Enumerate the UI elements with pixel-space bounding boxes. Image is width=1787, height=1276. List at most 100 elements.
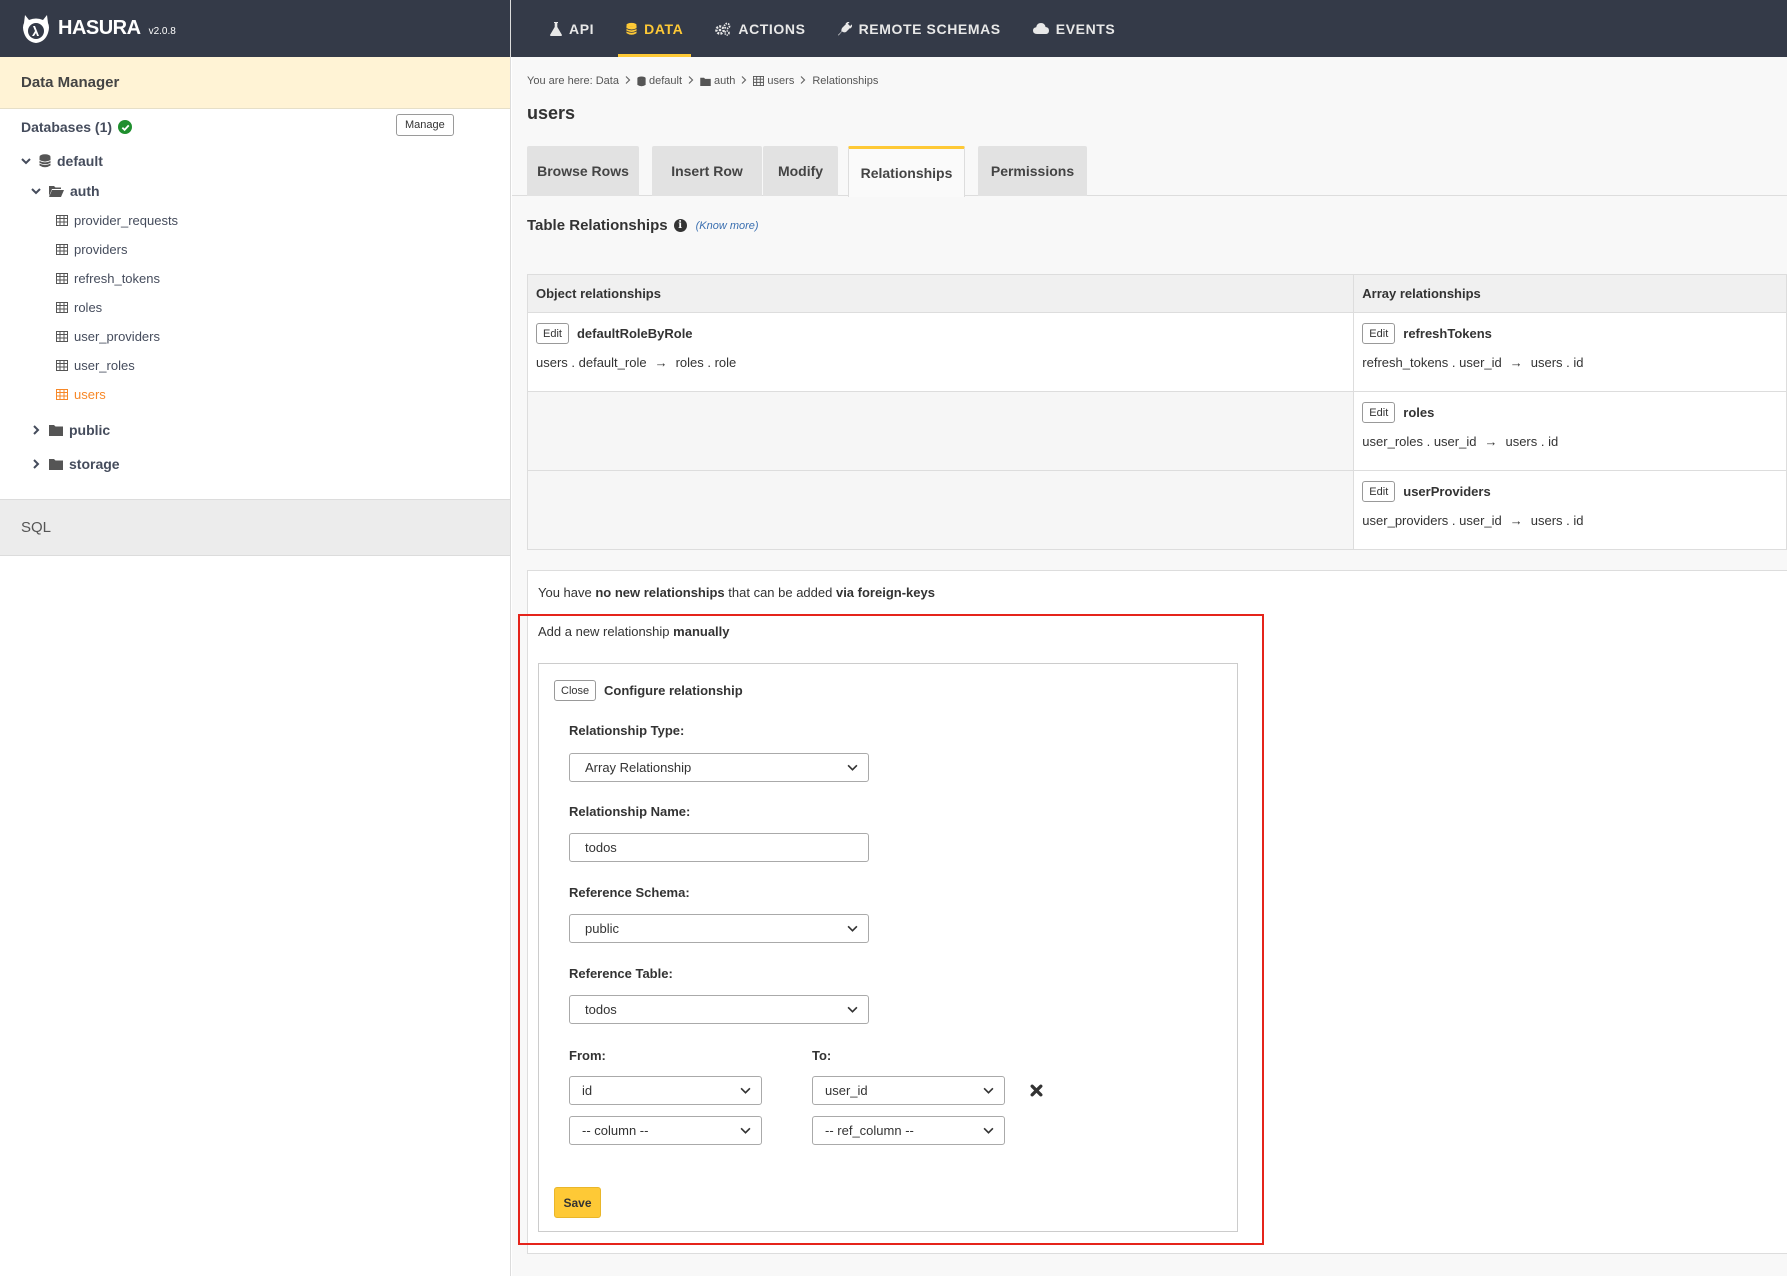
select-value: todos — [585, 1002, 617, 1017]
sidebar-table-user-providers[interactable]: user_providers — [56, 329, 160, 344]
brand-bar: HASURA v2.0.8 — [0, 0, 510, 57]
sidebar-table-roles[interactable]: roles — [56, 300, 102, 315]
sidebar-table-providers[interactable]: providers — [56, 242, 127, 257]
fk-note-bold: via foreign-keys — [835, 585, 935, 600]
configure-relationship-form: Close Configure relationship Relationshi… — [538, 663, 1238, 1232]
to-column-select-empty[interactable]: -- ref_column -- — [812, 1116, 1005, 1145]
sidebar-table-label: refresh_tokens — [74, 271, 160, 286]
chevron-down-icon — [740, 1125, 751, 1136]
table-icon — [753, 76, 765, 86]
chevron-right-icon — [688, 75, 694, 87]
rel-to: roles . role — [675, 355, 737, 370]
rel-name: userProviders — [1403, 484, 1491, 499]
breadcrumb-data[interactable]: Data — [596, 75, 619, 87]
fk-note-text: You have — [538, 585, 596, 600]
sidebar-table-user-roles[interactable]: user_roles — [56, 358, 135, 373]
nav-api[interactable]: API — [534, 0, 610, 57]
edit-button[interactable]: Edit — [1362, 323, 1396, 344]
fk-note-bold: no new relationships — [595, 585, 725, 600]
folder-open-icon — [49, 185, 64, 197]
input-value: todos — [585, 840, 617, 855]
tree-db-default[interactable]: default — [19, 153, 103, 169]
breadcrumb-auth[interactable]: auth — [714, 75, 735, 87]
database-icon — [637, 75, 646, 87]
know-more-link[interactable]: (Know more) — [696, 220, 759, 232]
to-column-select[interactable]: user_id — [812, 1076, 1005, 1105]
remove-mapping-icon[interactable] — [1030, 1084, 1043, 1097]
reference-table-select[interactable]: todos — [569, 995, 869, 1024]
tab-modify[interactable]: Modify — [763, 146, 838, 196]
nav-data[interactable]: DATA — [610, 0, 699, 57]
nav-events[interactable]: EVENTS — [1017, 0, 1132, 57]
select-value: -- ref_column -- — [825, 1123, 914, 1138]
table-row: Edit defaultRoleByRole users . default_r… — [527, 312, 1787, 392]
database-icon — [39, 154, 51, 168]
cloud-icon — [1032, 23, 1049, 34]
chevron-right-icon — [800, 75, 806, 87]
chevron-down-icon — [847, 923, 858, 934]
manual-title-text: Add a new relationship — [538, 624, 674, 639]
object-rel-cell: Edit defaultRoleByRole users . default_r… — [527, 312, 1355, 392]
tab-bar: Browse Rows Insert Row Modify Relationsh… — [512, 146, 1787, 197]
sidebar-table-refresh-tokens[interactable]: refresh_tokens — [56, 271, 160, 286]
nav-label: REMOTE SCHEMAS — [858, 20, 1001, 37]
chevron-right-icon — [741, 75, 747, 87]
close-button[interactable]: Close — [554, 680, 597, 701]
sidebar-table-label: users — [74, 387, 106, 402]
sidebar-table-provider-requests[interactable]: provider_requests — [56, 213, 178, 228]
rel-name: defaultRoleByRole — [576, 326, 693, 341]
chevron-right-icon[interactable] — [29, 425, 43, 435]
tab-relationships[interactable]: Relationships — [848, 146, 965, 197]
chevron-right-icon[interactable] — [29, 459, 43, 469]
hasura-logo-icon[interactable] — [20, 13, 52, 45]
sidebar-table-label: roles — [74, 300, 103, 315]
manual-title-bold: manually — [673, 624, 730, 639]
breadcrumb-users[interactable]: users — [767, 75, 794, 87]
page-title: users — [527, 103, 576, 123]
relationship-type-select[interactable]: Array Relationship — [569, 753, 869, 782]
tab-insert-row[interactable]: Insert Row — [652, 146, 762, 196]
tree-schema-label: public — [69, 422, 111, 438]
chevron-down-icon — [847, 762, 858, 773]
breadcrumb-default[interactable]: default — [649, 75, 682, 87]
relationship-name-input[interactable]: todos — [569, 833, 869, 862]
tree-schema-public[interactable]: public — [29, 422, 110, 438]
relationships-table: Object relationships Array relationships… — [527, 274, 1787, 550]
edit-button[interactable]: Edit — [536, 323, 569, 344]
folder-icon — [49, 424, 63, 436]
table-icon — [56, 244, 68, 255]
save-button[interactable]: Save — [554, 1187, 601, 1218]
sidebar-sql-link[interactable]: SQL — [0, 499, 510, 556]
rel-to: users . id — [1530, 355, 1584, 370]
chevron-down-icon[interactable] — [19, 156, 33, 166]
database-icon — [626, 22, 637, 36]
nav-remote-schemas[interactable]: REMOTE SCHEMAS — [822, 0, 1017, 57]
chevron-right-icon — [625, 75, 631, 87]
rel-from: refresh_tokens . user_id — [1362, 355, 1502, 370]
check-circle-icon — [118, 120, 133, 134]
from-label: From: — [569, 1048, 606, 1063]
tab-permissions[interactable]: Permissions — [978, 146, 1087, 196]
sidebar-table-label: user_roles — [74, 358, 135, 373]
folder-icon — [49, 458, 63, 470]
edit-button[interactable]: Edit — [1362, 481, 1396, 502]
from-column-select[interactable]: id — [569, 1076, 762, 1105]
manage-button[interactable]: Manage — [396, 114, 454, 136]
tree-schema-storage[interactable]: storage — [29, 456, 120, 472]
from-column-select-empty[interactable]: -- column -- — [569, 1116, 762, 1145]
table-icon — [56, 389, 68, 400]
tree-schema-auth[interactable]: auth — [29, 183, 100, 199]
empty-cell — [527, 391, 1355, 471]
nav-actions[interactable]: ACTIONS — [699, 0, 821, 57]
brand-name: HASURA — [58, 17, 141, 39]
chevron-down-icon[interactable] — [29, 186, 43, 196]
info-icon[interactable]: i — [673, 219, 687, 232]
sidebar-table-users[interactable]: users — [56, 387, 106, 402]
breadcrumb-prefix: You are here: — [527, 75, 593, 87]
tab-browse-rows[interactable]: Browse Rows — [527, 146, 639, 196]
relationship-name-label: Relationship Name: — [569, 804, 691, 819]
rel-from: user_providers . user_id — [1362, 513, 1502, 528]
arrow-right-icon: → — [654, 355, 668, 370]
edit-button[interactable]: Edit — [1362, 402, 1396, 423]
reference-schema-select[interactable]: public — [569, 914, 869, 943]
